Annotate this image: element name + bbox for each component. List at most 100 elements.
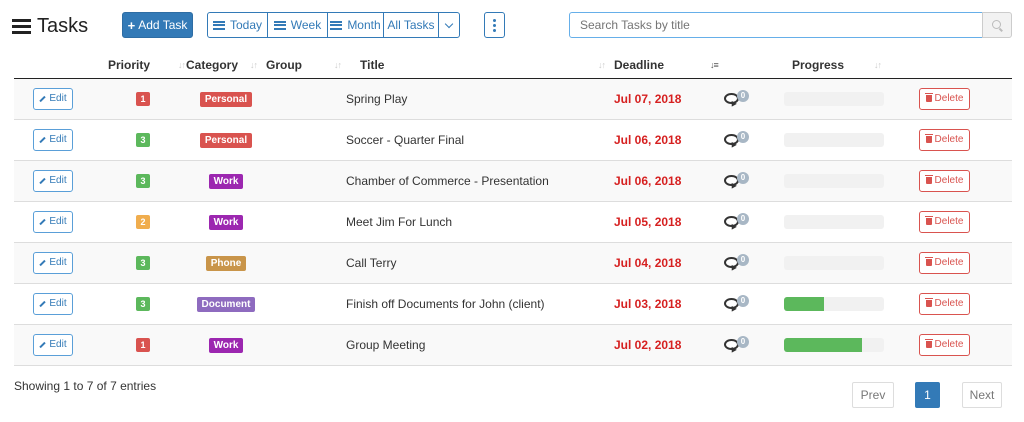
comments-button[interactable]: 0 [724, 253, 752, 272]
search-button[interactable] [982, 12, 1012, 38]
group-column-header[interactable]: Group ↓↑ [266, 52, 360, 79]
delete-button[interactable]: Delete [919, 87, 970, 110]
progress-cell [784, 324, 910, 366]
progress-cell [784, 242, 910, 284]
comments-button[interactable]: 0 [724, 212, 752, 231]
task-title-text: Group Meeting [346, 337, 426, 352]
category-badge: Document [196, 296, 256, 312]
priority-cell: 3 [108, 119, 186, 161]
priority-cell: 3 [108, 160, 186, 202]
delete-cell: Delete [910, 160, 1012, 202]
pencil-icon [39, 341, 47, 348]
more-options-button[interactable] [484, 12, 505, 38]
deadline-cell: Jul 07, 2018 [614, 78, 722, 120]
delete-cell: Delete [910, 242, 1012, 284]
task-title[interactable]: Finish off Documents for John (client) [346, 283, 614, 325]
deadline-text: Jul 06, 2018 [614, 173, 682, 188]
title-column-header[interactable]: Title ↓↑ [360, 52, 614, 79]
deadline-cell: Jul 06, 2018 [614, 160, 722, 202]
progress-cell [784, 283, 910, 325]
filter-today-button[interactable]: Today [207, 12, 268, 38]
progress-bar [784, 337, 884, 352]
category-badge: Phone [205, 255, 247, 271]
progress-cell [784, 201, 910, 243]
category-cell: Document [186, 283, 266, 325]
delete-button[interactable]: Delete [919, 169, 970, 192]
edit-label: Edit [49, 257, 67, 268]
delete-button[interactable]: Delete [919, 292, 970, 315]
comments-button[interactable]: 0 [724, 335, 752, 354]
filter-all-tasks-button[interactable]: All Tasks [383, 12, 439, 38]
comments-cell: 0 [722, 201, 784, 243]
deadline-cell: Jul 02, 2018 [614, 324, 722, 366]
delete-label: Delete [934, 93, 964, 104]
task-title[interactable]: Soccer - Quarter Final [346, 119, 614, 161]
delete-cell: Delete [910, 119, 1012, 161]
delete-button[interactable]: Delete [919, 333, 970, 356]
chevron-down-icon [444, 19, 454, 28]
category-column-header[interactable]: Category ↓↑ [186, 52, 266, 79]
progress-bar [784, 132, 884, 147]
edit-button[interactable]: Edit [33, 333, 73, 356]
priority-cell: 2 [108, 201, 186, 243]
vertical-dots-icon [493, 18, 496, 22]
pagination-page-button[interactable]: 1 [915, 382, 940, 408]
category-badge: Work [208, 214, 244, 230]
pagination-next-button[interactable]: Next [962, 382, 1002, 408]
edit-label: Edit [49, 298, 67, 309]
task-title[interactable]: Chamber of Commerce - Presentation [346, 160, 614, 202]
add-task-label: Add Task [138, 18, 188, 32]
priority-cell: 1 [108, 324, 186, 366]
comments-button[interactable]: 0 [724, 130, 752, 149]
category-cell: Personal [186, 78, 266, 120]
tasks-table: Priority ↓↑ Category ↓↑ Group ↓↑ Title ↓↑ De… [14, 52, 1012, 366]
list-icon [212, 20, 225, 30]
comments-button[interactable]: 0 [724, 294, 752, 313]
priority-badge: 3 [136, 132, 150, 147]
search-icon [991, 19, 1001, 29]
list-icon [273, 20, 286, 30]
table-header-row: Priority ↓↑ Category ↓↑ Group ↓↑ Title ↓↑ De… [14, 52, 1012, 79]
task-title[interactable]: Call Terry [346, 242, 614, 284]
deadline-text: Jul 06, 2018 [614, 132, 682, 147]
pagination-prev-button[interactable]: Prev [852, 382, 894, 408]
task-title[interactable]: Spring Play [346, 78, 614, 120]
delete-button[interactable]: Delete [919, 128, 970, 151]
edit-button[interactable]: Edit [33, 210, 73, 233]
delete-button[interactable]: Delete [919, 251, 970, 274]
edit-button[interactable]: Edit [33, 169, 73, 192]
trash-icon [924, 216, 933, 225]
search-input[interactable] [569, 12, 983, 38]
delete-label: Delete [934, 216, 964, 227]
delete-label: Delete [934, 298, 964, 309]
trash-icon [924, 93, 933, 102]
filter-month-button[interactable]: Month [327, 12, 384, 38]
priority-badge: 1 [136, 91, 150, 106]
delete-label: Delete [934, 134, 964, 145]
comments-button[interactable]: 0 [724, 171, 752, 190]
add-task-button[interactable]: + Add Task [122, 12, 193, 38]
task-title[interactable]: Meet Jim For Lunch [346, 201, 614, 243]
edit-label: Edit [49, 175, 67, 186]
filter-dropdown-toggle[interactable] [438, 12, 460, 38]
edit-button[interactable]: Edit [33, 87, 73, 110]
comment-count-badge: 0 [737, 335, 749, 348]
deadline-column-header[interactable]: Deadline ↓≡ [614, 52, 722, 79]
category-cell: Work [186, 160, 266, 202]
comments-button[interactable]: 0 [724, 89, 752, 108]
priority-badge: 3 [136, 255, 150, 270]
edit-button[interactable]: Edit [33, 128, 73, 151]
progress-column-header[interactable]: Progress ↓↑ [784, 52, 910, 79]
edit-button[interactable]: Edit [33, 292, 73, 315]
priority-column-header[interactable]: Priority ↓↑ [108, 52, 186, 79]
task-title[interactable]: Group Meeting [346, 324, 614, 366]
progress-bar [784, 91, 884, 106]
delete-cell: Delete [910, 283, 1012, 325]
edit-cell: Edit [14, 242, 108, 284]
edit-cell: Edit [14, 324, 108, 366]
priority-cell: 3 [108, 242, 186, 284]
filter-week-button[interactable]: Week [267, 12, 328, 38]
delete-button[interactable]: Delete [919, 210, 970, 233]
deadline-header-label: Deadline [614, 57, 665, 72]
edit-button[interactable]: Edit [33, 251, 73, 274]
